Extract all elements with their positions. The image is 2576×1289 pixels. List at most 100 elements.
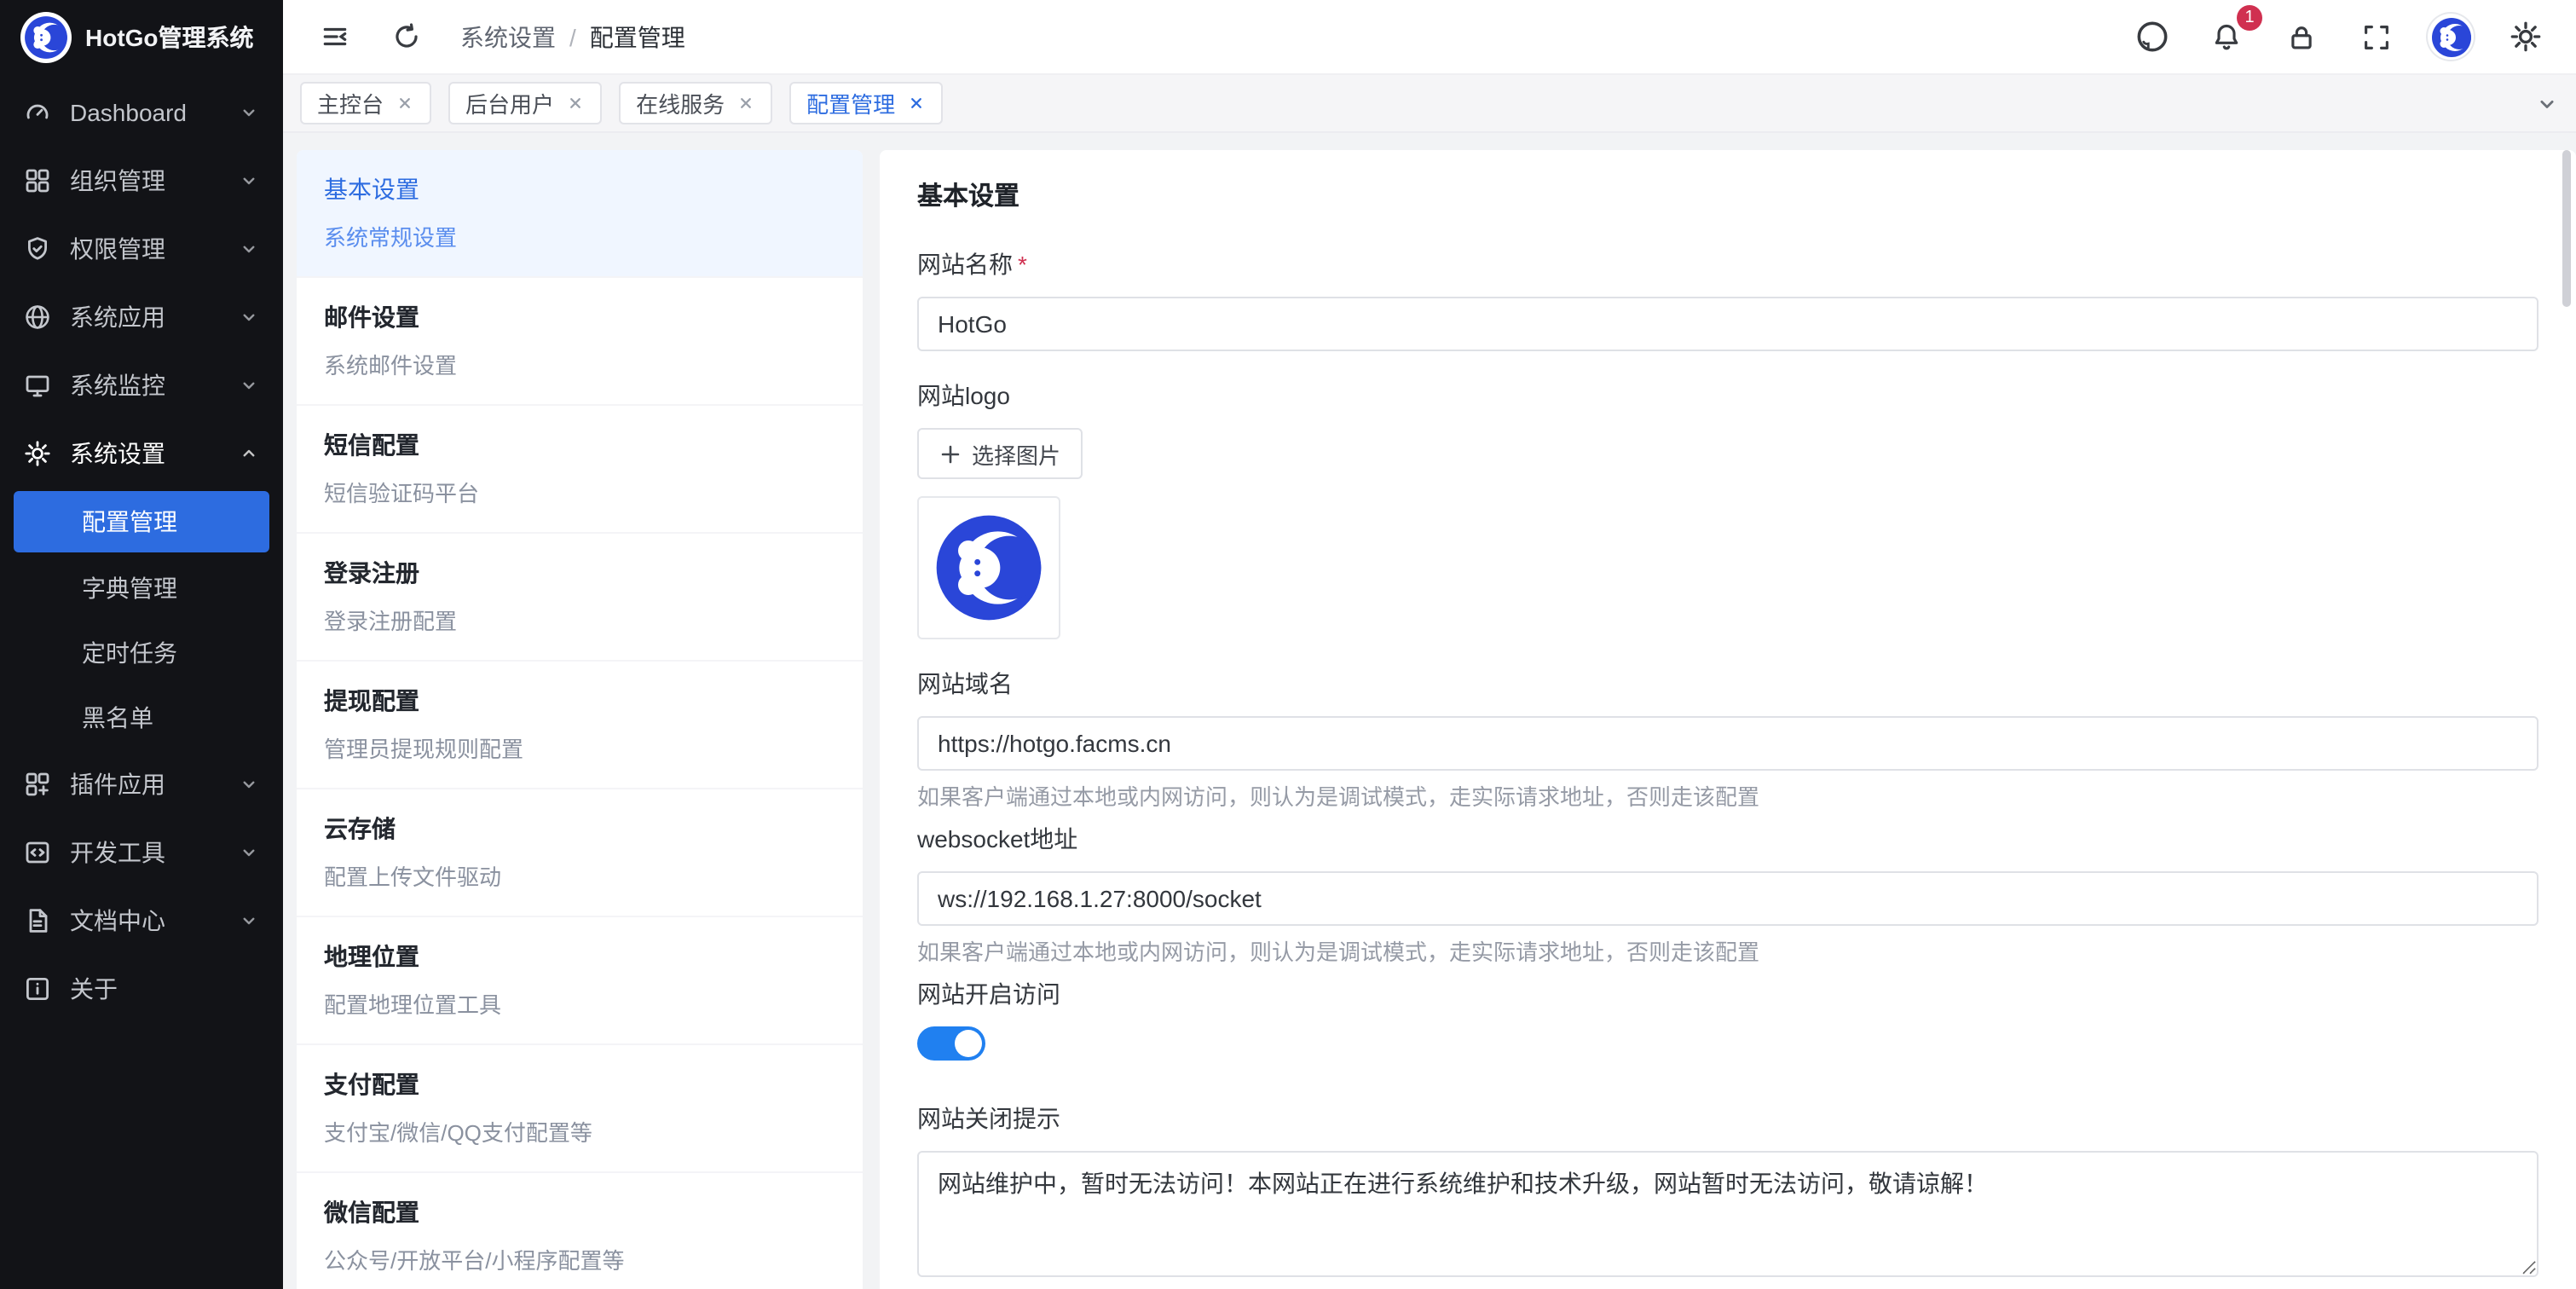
close-tab-icon[interactable] <box>566 94 585 113</box>
settings-nav-email[interactable]: 邮件设置 系统邮件设置 <box>297 278 863 406</box>
site-logo-image <box>934 513 1043 622</box>
settings-nav-subtitle: 短信验证码平台 <box>324 476 835 508</box>
settings-nav-subtitle: 管理员提现规则配置 <box>324 731 835 764</box>
gear-icon <box>2509 20 2541 53</box>
shield-icon <box>24 235 51 263</box>
sidebar-subitem-label: 配置管理 <box>82 505 177 539</box>
breadcrumb-item-current[interactable]: 配置管理 <box>590 20 685 54</box>
settings-nav-storage[interactable]: 云存储 配置上传文件驱动 <box>297 789 863 917</box>
tab-console[interactable]: 主控台 <box>300 82 431 124</box>
sidebar-subitem-config[interactable]: 配置管理 <box>14 491 269 552</box>
about-icon <box>24 975 51 1003</box>
settings-nav-login[interactable]: 登录注册 登录注册配置 <box>297 534 863 662</box>
sidebar-item-label: 开发工具 <box>70 835 220 870</box>
chevron-up-icon <box>239 443 259 464</box>
tab-label: 主控台 <box>317 87 384 119</box>
websocket-input[interactable] <box>917 871 2538 926</box>
main-column: 系统设置 / 配置管理 1 <box>283 0 2576 1289</box>
main-content: 基本设置 系统常规设置 邮件设置 系统邮件设置 短信配置 短信验证码平台 登录注… <box>283 133 2576 1289</box>
sidebar-item-label: 组织管理 <box>70 164 220 198</box>
settings-nav-title: 登录注册 <box>324 556 835 590</box>
field-label-text: websocket地址 <box>917 822 1077 856</box>
settings-nav-title: 邮件设置 <box>324 300 835 334</box>
sidebar-item-about[interactable]: 关于 <box>0 955 283 1023</box>
sidebar-item-plugins[interactable]: 插件应用 <box>0 750 283 818</box>
settings-nav-subtitle: 系统常规设置 <box>324 220 835 252</box>
tab-label: 配置管理 <box>806 87 895 119</box>
settings-nav-geo[interactable]: 地理位置 配置地理位置工具 <box>297 917 863 1045</box>
required-mark: * <box>1018 251 1027 278</box>
settings-nav-pay[interactable]: 支付配置 支付宝/微信/QQ支付配置等 <box>297 1045 863 1173</box>
tab-online-service[interactable]: 在线服务 <box>619 82 772 124</box>
choose-image-button[interactable]: 选择图片 <box>917 428 1083 479</box>
settings-button[interactable] <box>2501 13 2549 61</box>
site-name-input[interactable] <box>917 297 2538 351</box>
settings-nav-subtitle: 登录注册配置 <box>324 604 835 636</box>
sidebar-subitem-label: 字典管理 <box>82 571 177 605</box>
settings-nav-basic[interactable]: 基本设置 系统常规设置 <box>297 150 863 278</box>
sidebar-item-permission[interactable]: 权限管理 <box>0 215 283 283</box>
bell-icon <box>2211 21 2242 52</box>
globe-icon <box>24 303 51 331</box>
user-avatar[interactable] <box>2428 14 2474 60</box>
close-tab-icon[interactable] <box>907 94 926 113</box>
tab-label: 在线服务 <box>636 87 725 119</box>
github-button[interactable] <box>2128 13 2175 61</box>
settings-nav-subtitle: 公众号/开放平台/小程序配置等 <box>324 1243 835 1275</box>
fullscreen-button[interactable] <box>2353 13 2400 61</box>
choose-image-label: 选择图片 <box>972 437 1060 470</box>
settings-nav-sms[interactable]: 短信配置 短信验证码平台 <box>297 406 863 534</box>
close-tip-textarea[interactable]: 网站维护中，暂时无法访问！本网站正在进行系统维护和技术升级，网站暂时无法访问，敬… <box>917 1151 2538 1277</box>
sidebar-subitem-cron[interactable]: 定时任务 <box>0 621 283 685</box>
sidebar-item-label: 权限管理 <box>70 232 220 266</box>
system-settings-submenu: 配置管理 字典管理 定时任务 黑名单 <box>0 491 283 750</box>
chevron-down-icon <box>239 102 259 123</box>
app-logo-row[interactable]: HotGo管理系统 <box>0 0 283 75</box>
plus-icon <box>939 442 962 465</box>
site-logo-preview[interactable] <box>917 496 1060 639</box>
close-tip-label: 网站关闭提示 <box>917 1101 2538 1136</box>
sidebar-item-label: Dashboard <box>70 99 220 126</box>
close-tab-icon[interactable] <box>736 94 755 113</box>
menu-collapse-button[interactable] <box>310 13 358 61</box>
chevron-down-icon <box>239 910 259 931</box>
close-tab-icon[interactable] <box>396 94 414 113</box>
sidebar-item-devtools[interactable]: 开发工具 <box>0 818 283 887</box>
sidebar-item-org[interactable]: 组织管理 <box>0 147 283 215</box>
sidebar-subitem-blacklist[interactable]: 黑名单 <box>0 685 283 750</box>
refresh-button[interactable] <box>382 13 430 61</box>
tab-config-management[interactable]: 配置管理 <box>789 82 943 124</box>
avatar-logo-icon <box>2430 16 2471 57</box>
tab-options-button[interactable] <box>2535 91 2559 115</box>
lock-screen-button[interactable] <box>2278 13 2325 61</box>
settings-nav-title: 地理位置 <box>324 939 835 974</box>
sidebar-item-monitor[interactable]: 系统监控 <box>0 351 283 419</box>
settings-nav-withdraw[interactable]: 提现配置 管理员提现规则配置 <box>297 662 863 789</box>
fullscreen-icon <box>2361 21 2392 52</box>
field-label-text: 网站开启访问 <box>917 977 1060 1011</box>
field-label-text: 网站域名 <box>917 667 1013 701</box>
settings-nav-title: 短信配置 <box>324 428 835 462</box>
tab-admin-users[interactable]: 后台用户 <box>448 82 602 124</box>
site-domain-help: 如果客户端通过本地或内网访问，则认为是调试模式，走实际请求地址，否则走该配置 <box>917 779 2538 812</box>
lock-icon <box>2286 21 2317 52</box>
breadcrumb-item[interactable]: 系统设置 <box>460 20 556 54</box>
app-logo <box>20 12 72 63</box>
sidebar-subitem-dict[interactable]: 字典管理 <box>0 556 283 621</box>
sidebar-item-docs[interactable]: 文档中心 <box>0 887 283 955</box>
app-window: HotGo管理系统 Dashboard 组织管理 <box>0 0 2576 1289</box>
sidebar-item-apps[interactable]: 系统应用 <box>0 283 283 351</box>
vertical-scrollbar[interactable] <box>2562 150 2571 307</box>
notifications-button[interactable]: 1 <box>2203 13 2250 61</box>
sidebar: HotGo管理系统 Dashboard 组织管理 <box>0 0 283 1289</box>
sidebar-item-system-settings[interactable]: 系统设置 <box>0 419 283 488</box>
site-access-toggle[interactable] <box>917 1026 985 1061</box>
sidebar-menu: Dashboard 组织管理 权限管理 <box>0 75 283 1289</box>
header: 系统设置 / 配置管理 1 <box>283 0 2576 75</box>
app-title: HotGo管理系统 <box>85 20 254 55</box>
site-domain-input[interactable] <box>917 716 2538 771</box>
sidebar-item-dashboard[interactable]: Dashboard <box>0 78 283 147</box>
sidebar-item-label: 关于 <box>70 972 259 1006</box>
sidebar-subitem-label: 黑名单 <box>82 701 153 735</box>
settings-nav-wechat[interactable]: 微信配置 公众号/开放平台/小程序配置等 <box>297 1173 863 1289</box>
